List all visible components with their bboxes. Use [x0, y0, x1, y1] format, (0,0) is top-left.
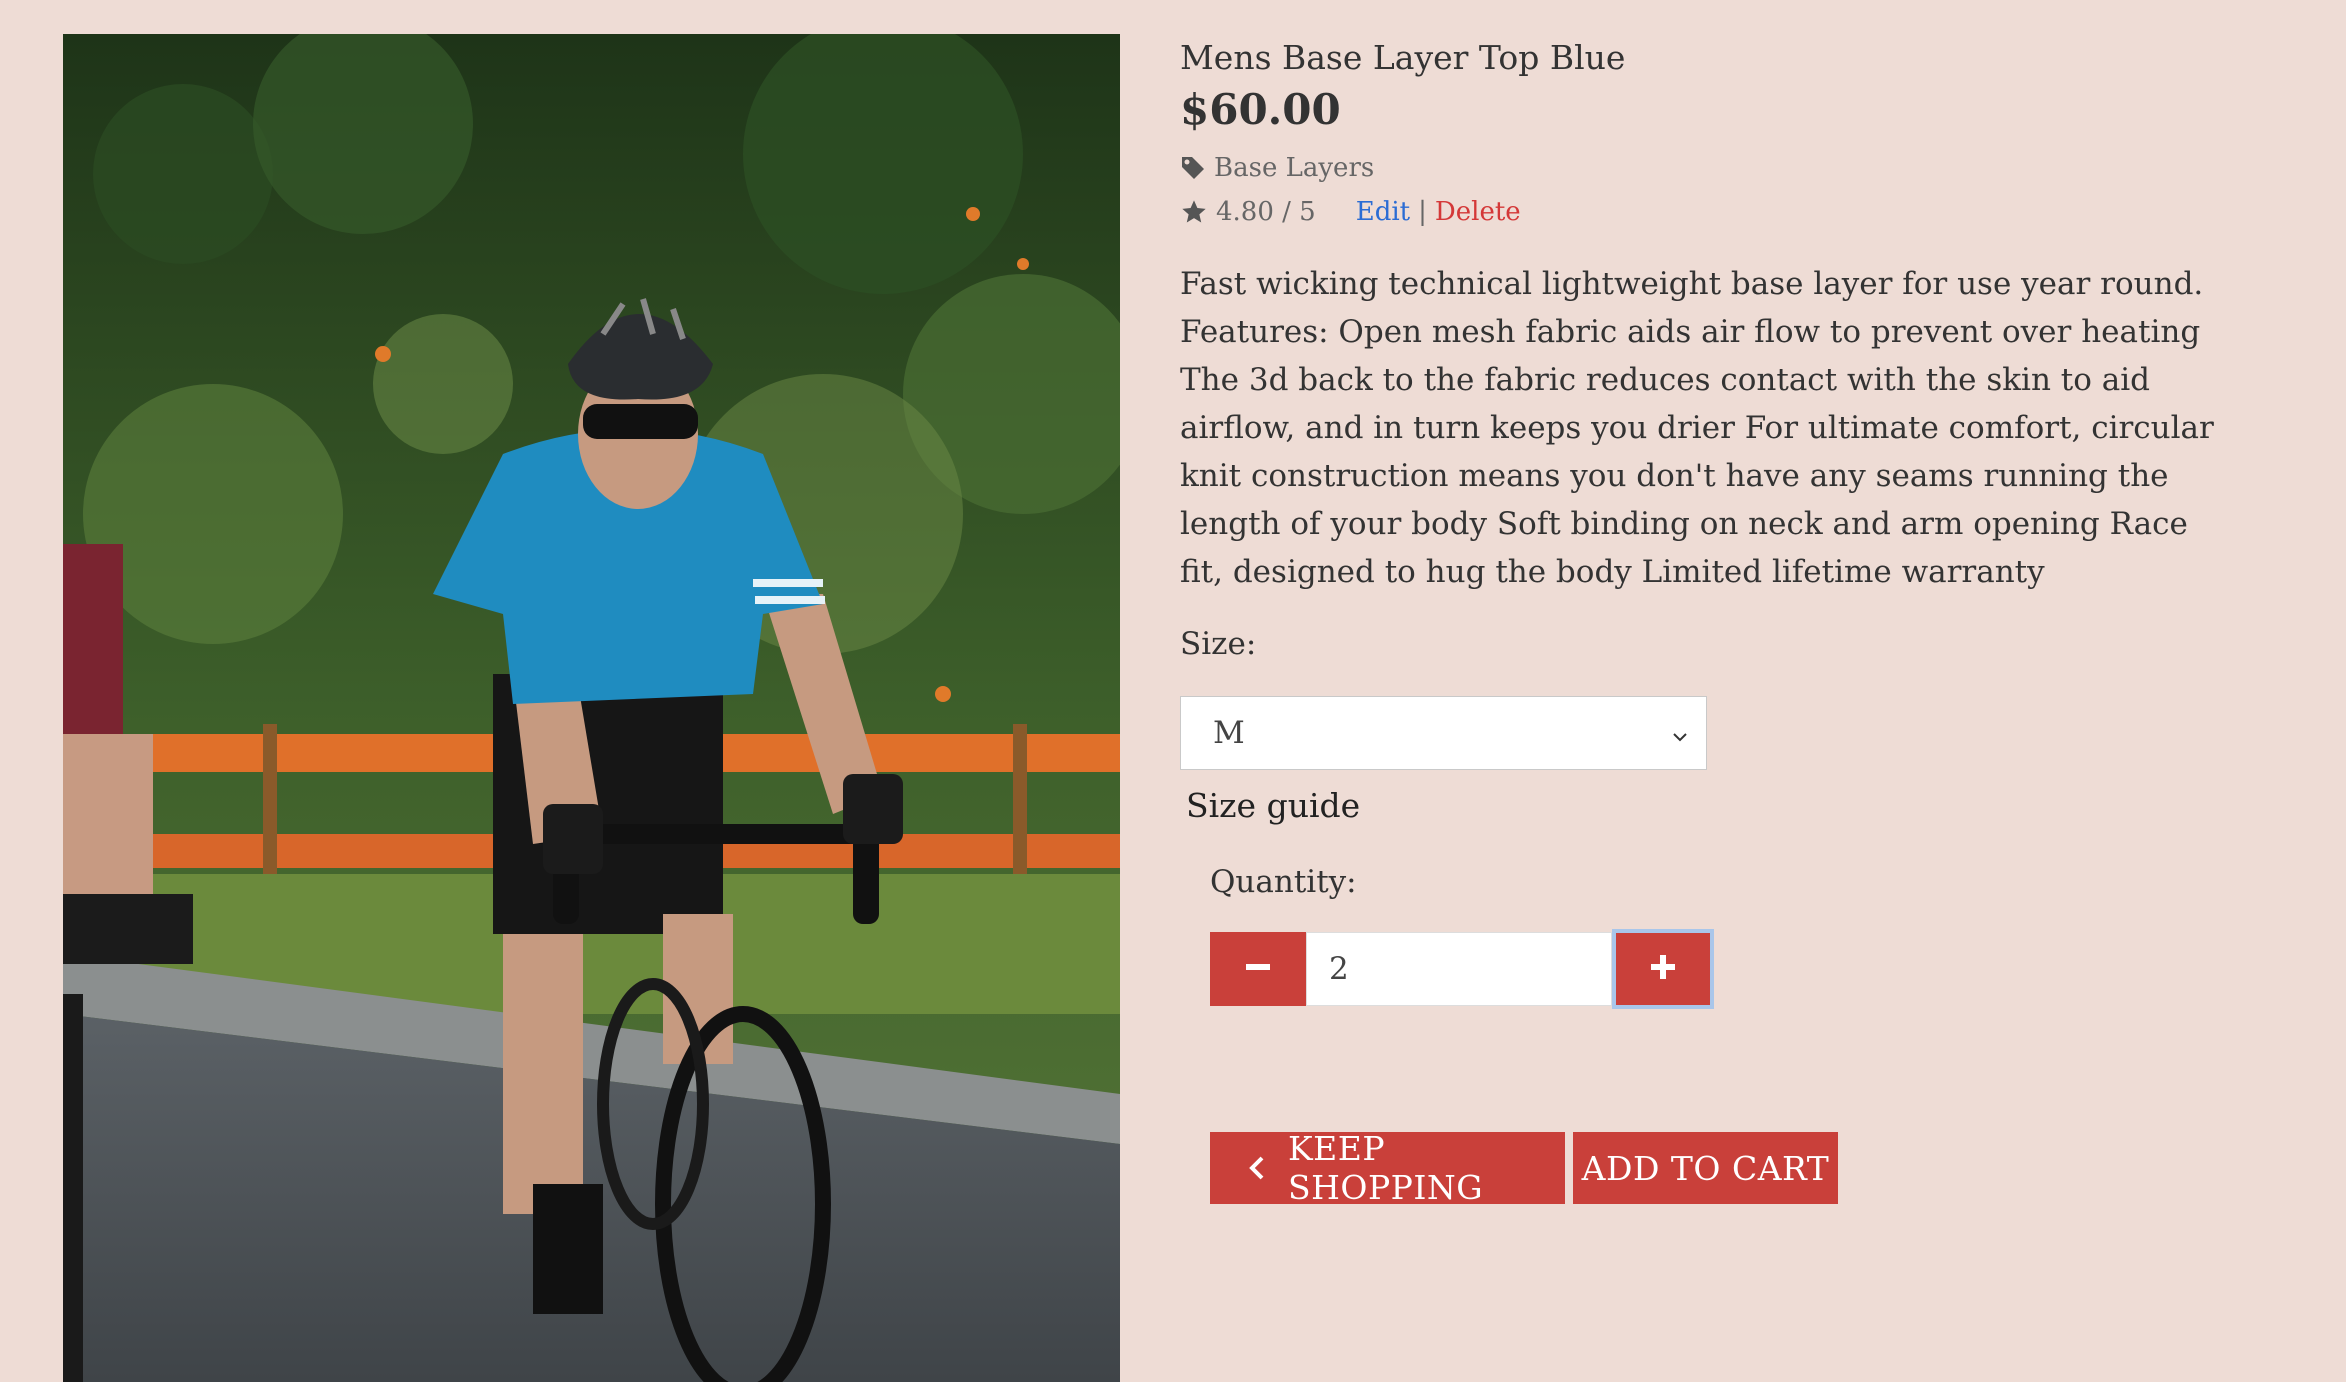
plus-icon — [1649, 953, 1677, 985]
size-label: Size: — [1180, 626, 1257, 662]
product-category: Base Layers — [1180, 150, 2250, 186]
category-label[interactable]: Base Layers — [1214, 150, 1374, 186]
quantity-stepper: 2 — [1210, 929, 2250, 1009]
product-description: Fast wicking technical lightweight base … — [1180, 266, 2214, 590]
size-selected-value: M — [1213, 715, 1245, 751]
size-guide-link[interactable]: Size guide — [1186, 784, 2250, 828]
product-detail-page: Mens Base Layer Top Blue $60.00 Base Lay… — [0, 0, 2346, 1382]
minus-icon — [1244, 953, 1272, 985]
edit-link[interactable]: Edit — [1356, 194, 1410, 230]
chevron-down-icon — [1668, 721, 1692, 745]
quantity-label: Quantity: — [1210, 864, 1357, 900]
product-price: $60.00 — [1180, 85, 1341, 134]
action-buttons: KEEP SHOPPING ADD TO CART — [1210, 1129, 2250, 1207]
chevron-left-icon — [1246, 1155, 1268, 1181]
link-separator: | — [1418, 197, 1427, 227]
delete-link[interactable]: Delete — [1435, 194, 1521, 230]
keep-shopping-label: KEEP SHOPPING — [1288, 1129, 1484, 1207]
product-name: Mens Base Layer Top Blue — [1180, 38, 1626, 77]
decrement-button[interactable] — [1210, 932, 1306, 1006]
keep-shopping-button[interactable]: KEEP SHOPPING — [1210, 1129, 1565, 1207]
product-details: Mens Base Layer Top Blue $60.00 Base Lay… — [1180, 30, 2250, 1207]
add-to-cart-button[interactable]: ADD TO CART — [1573, 1132, 1838, 1204]
tag-icon — [1180, 155, 1206, 181]
product-image — [63, 34, 1120, 1382]
rating-value: 4.80 / 5 — [1216, 197, 1316, 227]
quantity-input[interactable]: 2 — [1306, 932, 1612, 1006]
star-icon — [1180, 198, 1208, 226]
increment-button[interactable] — [1612, 929, 1714, 1009]
product-rating: 4.80 / 5 Edit | Delete — [1180, 194, 2250, 230]
size-select[interactable]: M — [1180, 696, 1707, 770]
add-to-cart-label: ADD TO CART — [1581, 1148, 1830, 1188]
